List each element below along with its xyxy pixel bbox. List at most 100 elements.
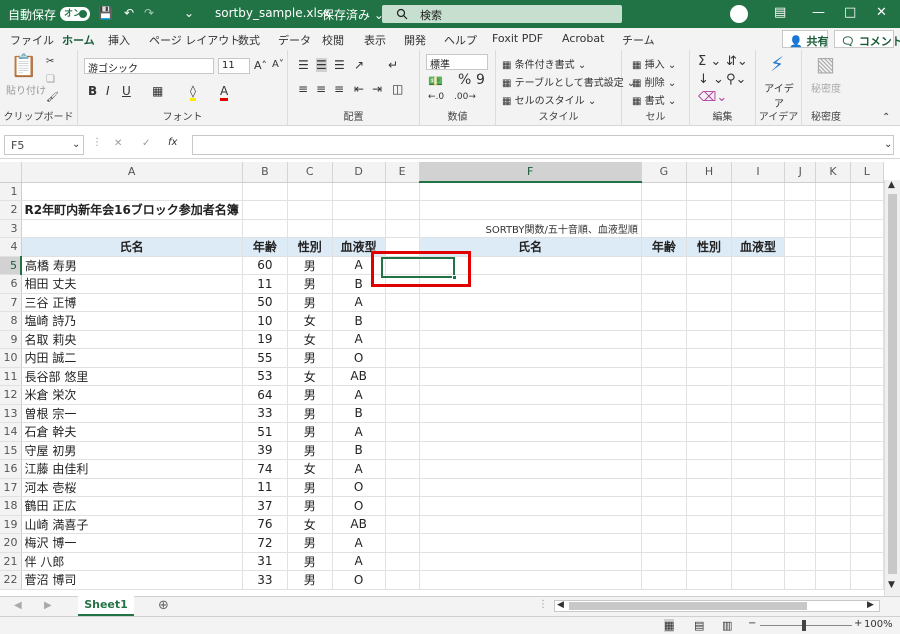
empty-cell[interactable] — [419, 570, 642, 590]
empty-cell[interactable] — [850, 311, 884, 331]
column-header[interactable]: A — [21, 162, 243, 183]
cell-blood[interactable]: A — [332, 330, 386, 349]
empty-cell[interactable] — [731, 459, 785, 479]
cell-sex[interactable]: 男 — [287, 478, 333, 497]
empty-cell[interactable] — [815, 311, 851, 331]
empty-cell[interactable] — [385, 311, 420, 331]
cell-styles-button[interactable]: ▦ セルのスタイル ⌄ — [502, 92, 596, 107]
column-header[interactable]: H — [686, 162, 733, 183]
empty-cell[interactable] — [850, 533, 884, 553]
empty-cell[interactable] — [784, 293, 817, 312]
cell-age[interactable]: 33 — [242, 404, 288, 423]
cell-sex[interactable]: 男 — [287, 570, 333, 590]
empty-cell[interactable] — [641, 348, 687, 368]
save-icon[interactable]: 💾 — [98, 6, 113, 20]
tab-developer[interactable]: 開発 — [404, 32, 426, 48]
empty-cell[interactable] — [686, 293, 733, 312]
paste-icon[interactable]: 📋 — [10, 54, 37, 79]
empty-cell[interactable] — [850, 330, 884, 349]
cell-name[interactable]: 高橋 寿男 — [21, 256, 243, 275]
cell-blood[interactable]: A — [332, 459, 386, 479]
empty-cell[interactable] — [784, 496, 817, 516]
out-header-age[interactable]: 年齢 — [641, 237, 687, 257]
empty-cell[interactable] — [419, 422, 642, 442]
row-header[interactable]: 5 — [0, 256, 22, 275]
empty-cell[interactable] — [385, 422, 420, 442]
empty-cell[interactable] — [419, 311, 642, 331]
empty-cell[interactable] — [815, 256, 851, 275]
empty-cell[interactable] — [641, 256, 687, 275]
empty-cell[interactable] — [850, 367, 884, 386]
currency-icon[interactable]: 💵 — [428, 74, 443, 88]
redo-icon[interactable]: ↷ — [144, 6, 154, 20]
comment-button[interactable]: 🗨 コメント — [834, 30, 900, 48]
cell-age[interactable]: 33 — [242, 570, 288, 590]
scroll-left-icon[interactable]: ◀ — [557, 600, 564, 610]
cell-blood[interactable]: AB — [332, 367, 386, 386]
new-sheet-icon[interactable]: ⊕ — [158, 598, 169, 613]
grow-font-icon[interactable]: A˄ — [254, 59, 267, 72]
row-header[interactable]: 18 — [0, 496, 22, 516]
zoom-in-icon[interactable]: + — [854, 618, 862, 629]
empty-cell[interactable] — [686, 515, 733, 534]
empty-cell[interactable] — [686, 496, 733, 516]
empty-cell[interactable] — [784, 367, 817, 386]
cell-name[interactable]: 伴 八郎 — [21, 552, 243, 571]
empty-cell[interactable] — [686, 552, 733, 571]
align-top-icon[interactable]: ☰ — [298, 58, 309, 72]
sortby-note[interactable]: SORTBY関数/五十音順、血液型順 — [419, 219, 642, 238]
empty-cell[interactable] — [419, 441, 642, 460]
cell-sex[interactable]: 女 — [287, 311, 333, 331]
sheet-title[interactable]: R2年町内新年会16ブロック参加者名簿 — [21, 200, 243, 220]
empty-cell[interactable] — [731, 293, 785, 312]
expand-formula-icon[interactable]: ⌄ — [884, 139, 892, 150]
empty-cell[interactable] — [419, 496, 642, 516]
empty-cell[interactable] — [784, 422, 817, 442]
empty-cell[interactable] — [385, 441, 420, 460]
empty-cell[interactable] — [815, 552, 851, 571]
cell-blood[interactable]: B — [332, 311, 386, 331]
cut-icon[interactable]: ✂ — [46, 56, 54, 67]
underline-button[interactable]: U — [122, 84, 131, 98]
empty-cell[interactable] — [731, 330, 785, 349]
empty-cell[interactable] — [850, 441, 884, 460]
align-middle-icon[interactable]: ☰ — [316, 58, 327, 72]
cell-age[interactable]: 31 — [242, 552, 288, 571]
empty-cell[interactable] — [385, 515, 420, 534]
cell-sex[interactable]: 男 — [287, 348, 333, 368]
cell-name[interactable]: 長谷部 悠里 — [21, 367, 243, 386]
cell-age[interactable]: 10 — [242, 311, 288, 331]
bold-button[interactable]: B — [88, 84, 97, 98]
empty-cell[interactable] — [784, 330, 817, 349]
column-header[interactable]: B — [242, 162, 288, 183]
empty-cell[interactable] — [641, 293, 687, 312]
empty-cell[interactable] — [850, 552, 884, 571]
row-header[interactable]: 11 — [0, 367, 22, 386]
sensitivity-icon[interactable]: ▧ — [816, 52, 835, 76]
cell-name[interactable]: 鶴田 正広 — [21, 496, 243, 516]
row-header[interactable]: 9 — [0, 330, 22, 349]
empty-cell[interactable] — [641, 404, 687, 423]
cancel-icon[interactable]: ✕ — [114, 138, 122, 149]
cell-sex[interactable]: 男 — [287, 533, 333, 553]
cell-age[interactable]: 37 — [242, 496, 288, 516]
align-left-icon[interactable]: ≡ — [298, 82, 308, 96]
cell-age[interactable]: 74 — [242, 459, 288, 479]
cell-blood[interactable]: B — [332, 404, 386, 423]
empty-cell[interactable] — [641, 330, 687, 349]
page-layout-view-icon[interactable]: ▤ — [694, 619, 704, 632]
empty-cell[interactable] — [641, 441, 687, 460]
empty-cell[interactable] — [815, 515, 851, 534]
increase-indent-icon[interactable]: ⇥ — [372, 82, 382, 96]
row-header[interactable]: 12 — [0, 385, 22, 405]
empty-cell[interactable] — [815, 404, 851, 423]
empty-cell[interactable] — [731, 552, 785, 571]
cell-blood[interactable]: O — [332, 348, 386, 368]
tab-page-layout[interactable]: ページ レイアウト — [149, 32, 240, 48]
scroll-down-icon[interactable]: ▼ — [888, 580, 895, 590]
row-header[interactable]: 13 — [0, 404, 22, 423]
cell-sex[interactable]: 女 — [287, 459, 333, 479]
header-name[interactable]: 氏名 — [21, 237, 243, 257]
empty-cell[interactable] — [686, 404, 733, 423]
empty-cell[interactable] — [385, 478, 420, 497]
